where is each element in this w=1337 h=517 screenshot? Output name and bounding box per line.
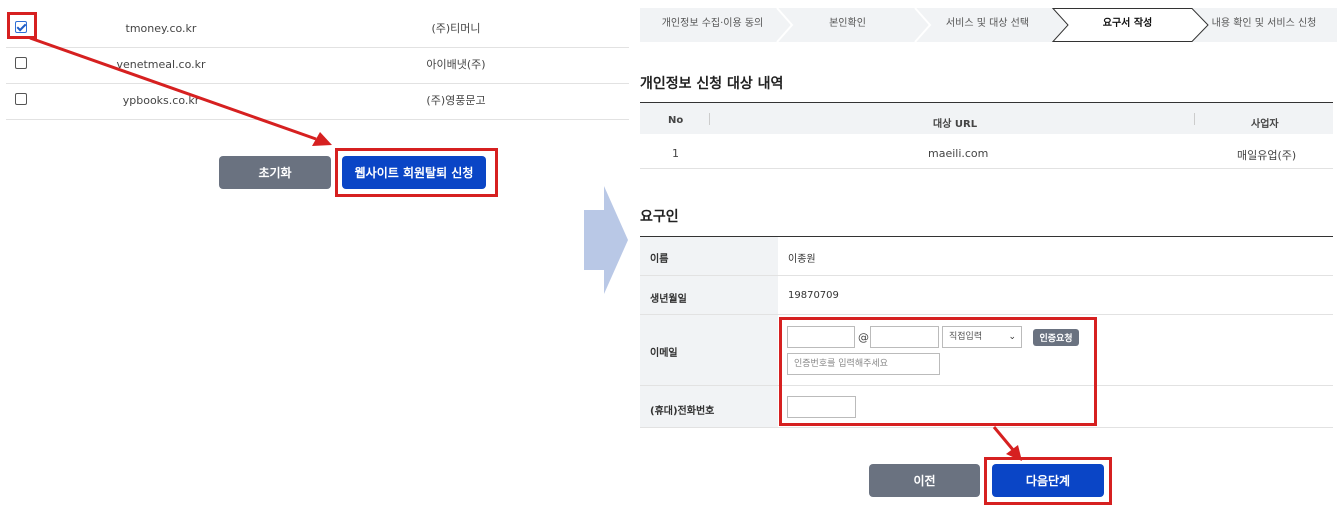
divider xyxy=(640,168,1333,169)
step-confirm: 내용 확인 및 서비스 신청 xyxy=(1211,18,1317,29)
step-request-form: 요구서 작성 xyxy=(1102,18,1153,29)
step-identity: 본인확인 xyxy=(829,18,866,29)
phone-label: (휴대)전화번호 xyxy=(650,406,715,417)
cell-url: maeili.com xyxy=(928,147,989,160)
step-service-select: 서비스 및 대상 선택 xyxy=(945,18,1030,29)
divider xyxy=(709,113,710,125)
reset-button[interactable]: 초기화 xyxy=(219,156,331,189)
birth-value: 19870709 xyxy=(788,290,839,301)
name-value: 이종원 xyxy=(788,254,816,265)
flow-arrow-icon xyxy=(584,186,628,294)
table-header xyxy=(640,103,1333,134)
apply-button-highlight xyxy=(335,148,498,197)
annotation-arrow-icon xyxy=(29,36,332,146)
header-no: No xyxy=(668,115,684,126)
divider xyxy=(640,427,1333,428)
divider xyxy=(640,275,1333,276)
next-button-highlight xyxy=(984,457,1112,505)
label-column xyxy=(640,237,778,427)
requester-section-title: 요구인 xyxy=(640,209,679,225)
divider xyxy=(640,314,1333,315)
email-label: 이메일 xyxy=(650,348,678,359)
header-url: 대상 URL xyxy=(933,119,978,130)
name-label: 이름 xyxy=(650,254,669,265)
prev-button[interactable]: 이전 xyxy=(869,464,980,497)
target-section-title: 개인정보 신청 대상 내역 xyxy=(640,76,784,92)
birth-label: 생년월일 xyxy=(650,294,687,305)
form-highlight xyxy=(779,317,1097,426)
divider xyxy=(1194,113,1195,125)
header-company: 사업자 xyxy=(1251,119,1279,130)
step-consent: 개인정보 수집·이용 동의 xyxy=(661,18,764,29)
cell-no: 1 xyxy=(672,147,679,160)
cell-company: 매일유업(주) xyxy=(1237,149,1297,162)
